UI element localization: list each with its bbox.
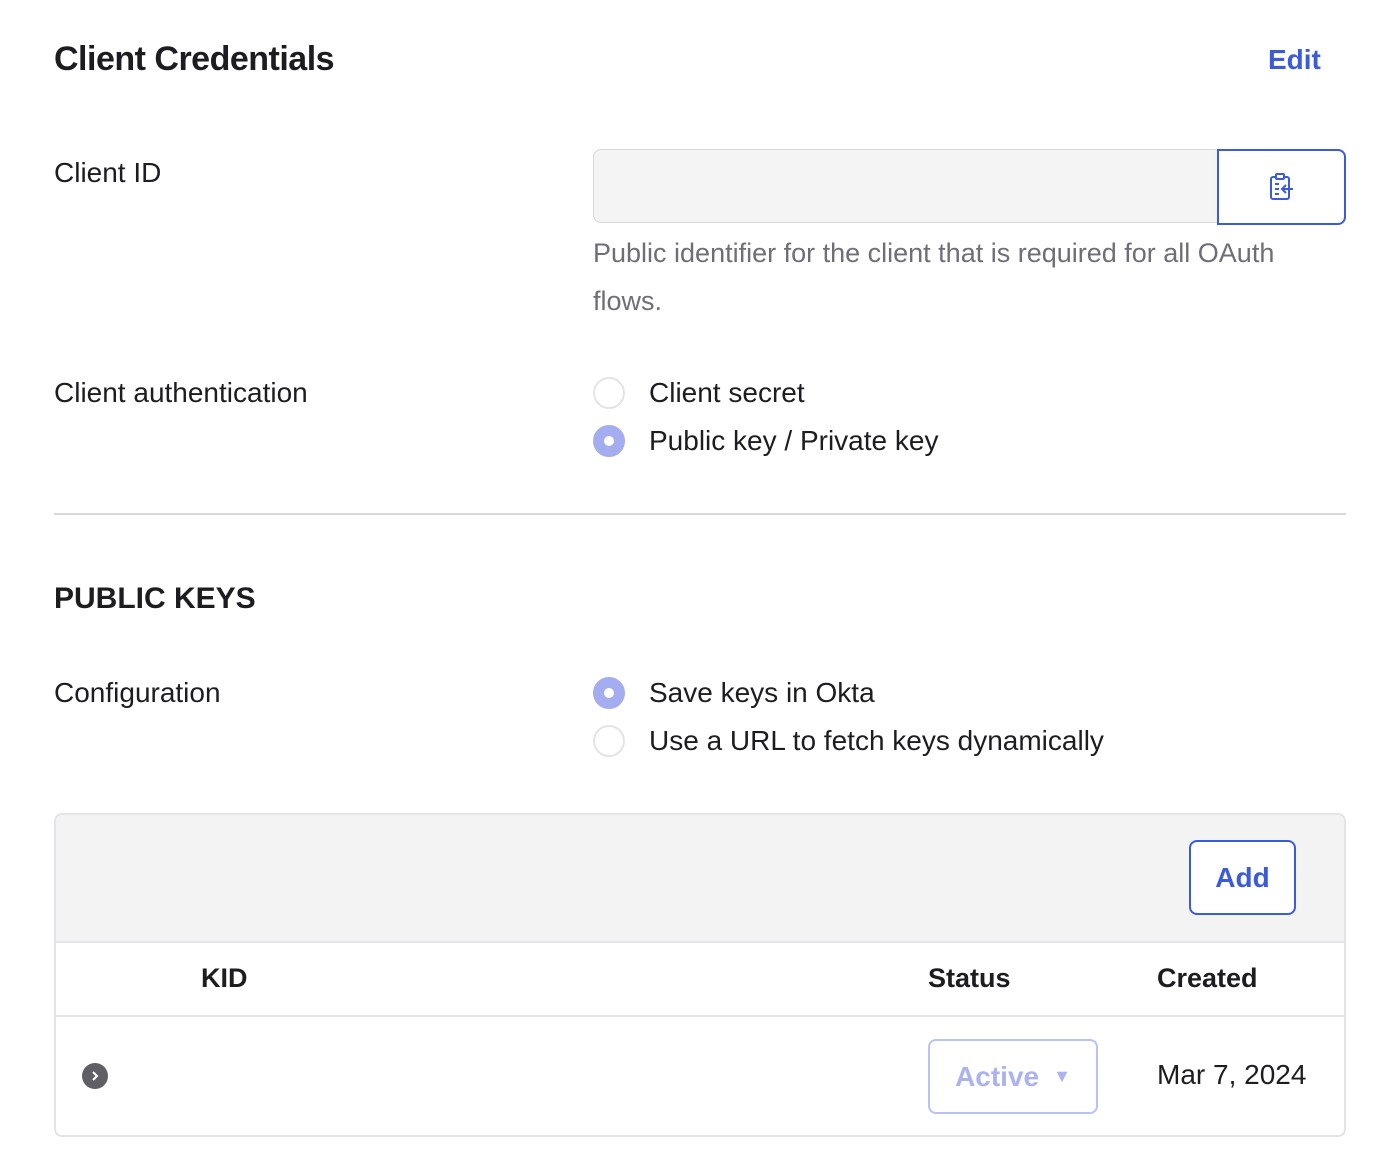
- panel-toolbar: Add: [56, 815, 1344, 943]
- radio-button[interactable]: [593, 725, 625, 757]
- edit-link[interactable]: Edit: [1268, 44, 1321, 76]
- radio-public-private-key[interactable]: Public key / Private key: [593, 425, 938, 457]
- radio-save-keys-in-okta[interactable]: Save keys in Okta: [593, 677, 875, 709]
- section-title: Client Credentials: [54, 40, 335, 78]
- public-keys-title: PUBLIC KEYS: [54, 582, 256, 615]
- radio-button[interactable]: [593, 425, 625, 457]
- table-row: Active ▼ Mar 7, 2024: [56, 1017, 1344, 1135]
- chevron-right-icon[interactable]: [82, 1063, 108, 1089]
- caret-down-icon: ▼: [1053, 1066, 1071, 1086]
- radio-button[interactable]: [593, 377, 625, 409]
- radio-client-secret[interactable]: Client secret: [593, 377, 805, 409]
- configuration-label: Configuration: [54, 677, 221, 708]
- table-header: KID Status Created: [56, 943, 1344, 1017]
- status-dropdown[interactable]: Active ▼: [928, 1039, 1098, 1114]
- radio-use-url[interactable]: Use a URL to fetch keys dynamically: [593, 725, 1104, 757]
- add-key-button[interactable]: Add: [1189, 840, 1296, 915]
- copy-client-id-button[interactable]: [1217, 149, 1346, 225]
- client-id-hint: Public identifier for the client that is…: [593, 238, 1275, 316]
- column-header-created: Created: [1157, 963, 1258, 993]
- column-header-status: Status: [928, 963, 1011, 993]
- client-auth-label: Client authentication: [54, 377, 308, 408]
- column-header-kid: KID: [201, 963, 248, 993]
- radio-label: Client secret: [649, 377, 805, 408]
- chevron-right-glyph: [92, 1071, 99, 1081]
- radio-label: Save keys in Okta: [649, 677, 875, 708]
- radio-button[interactable]: [593, 677, 625, 709]
- status-value: Active: [955, 1060, 1040, 1092]
- radio-label: Use a URL to fetch keys dynamically: [649, 725, 1104, 756]
- public-keys-panel: Add KID Status Created Active ▼ Mar 7, 2…: [54, 813, 1346, 1137]
- client-id-label: Client ID: [54, 157, 162, 188]
- clipboard-copy-icon: [1269, 173, 1293, 200]
- client-id-field[interactable]: [593, 149, 1217, 223]
- created-cell: Mar 7, 2024: [1157, 1059, 1307, 1090]
- radio-label: Public key / Private key: [649, 425, 939, 456]
- section-divider: [54, 513, 1346, 515]
